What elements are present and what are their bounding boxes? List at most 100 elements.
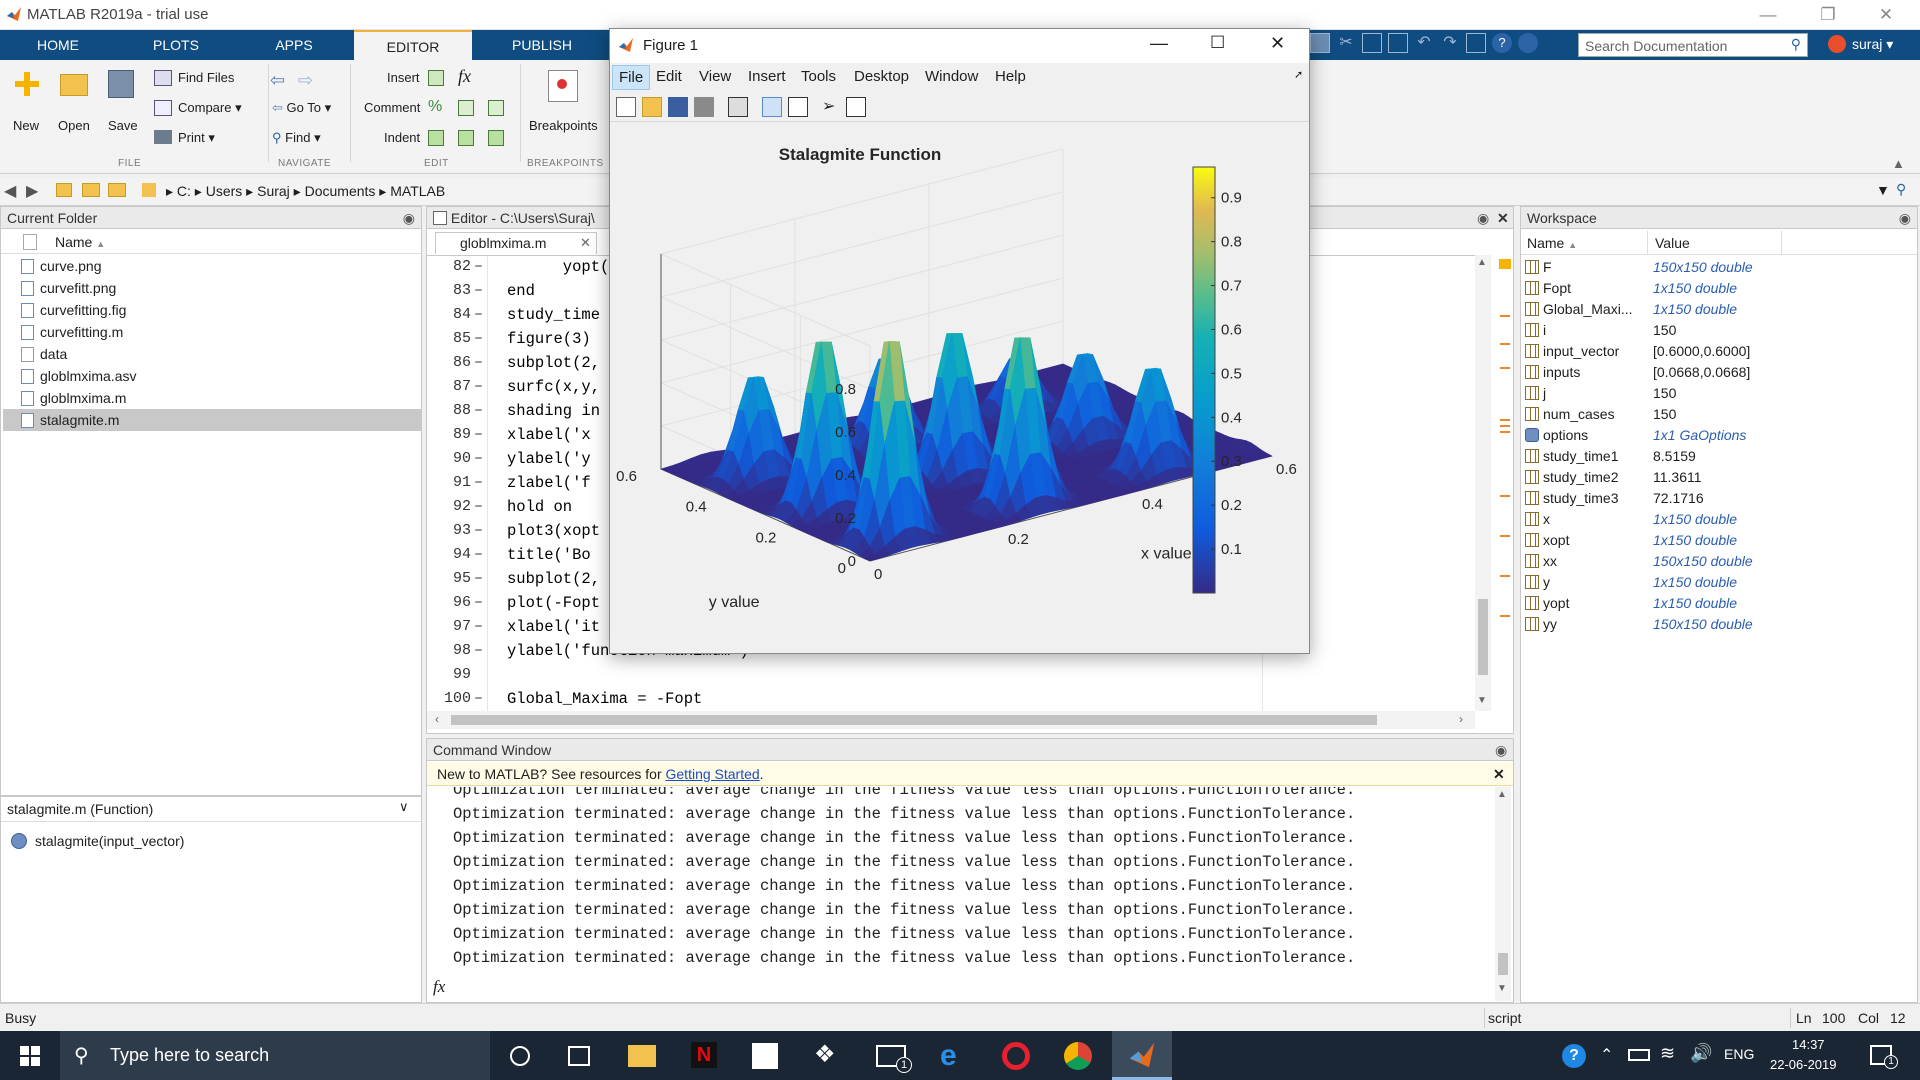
- file-item[interactable]: curve.png: [21, 255, 101, 277]
- breadcrumb-documents[interactable]: Documents: [305, 183, 376, 199]
- insert-button[interactable]: Insert: [387, 70, 420, 85]
- workspace-variable[interactable]: y 1x150 double: [1521, 572, 1920, 593]
- breakpoints-icon[interactable]: [548, 70, 578, 102]
- workspace-variable[interactable]: num_cases 150: [1521, 404, 1920, 425]
- wrap-comments-icon[interactable]: [458, 100, 474, 116]
- go-to-button[interactable]: ⇦ Go To ▾: [272, 100, 331, 116]
- help-icon[interactable]: ?: [1492, 33, 1512, 53]
- windows-start-icon[interactable]: [20, 1046, 40, 1066]
- scroll-up-icon[interactable]: ▲: [1477, 257, 1487, 268]
- smart-indent-icon[interactable]: [428, 130, 444, 146]
- file-item[interactable]: globlmxima.m: [21, 387, 126, 409]
- editor-menu-icon[interactable]: ◉: [1477, 207, 1489, 229]
- back-arrow-icon[interactable]: ⇦: [270, 70, 285, 91]
- save-figure-icon[interactable]: [668, 97, 688, 117]
- editor-close-icon[interactable]: ✕: [1497, 207, 1509, 229]
- scroll-left-icon[interactable]: ‹: [435, 712, 439, 726]
- file-explorer-icon[interactable]: [628, 1045, 656, 1067]
- redo-icon[interactable]: ↷: [1440, 33, 1460, 53]
- breadcrumb-matlab[interactable]: MATLAB: [390, 183, 445, 199]
- workspace-variable[interactable]: options 1x1 GaOptions: [1521, 425, 1920, 446]
- command-menu-icon[interactable]: ◉: [1495, 739, 1507, 761]
- user-menu[interactable]: suraj ▾: [1852, 36, 1893, 53]
- link-plot-icon[interactable]: [728, 97, 748, 117]
- code-line[interactable]: yopt(i: [507, 258, 619, 276]
- breakpoint-gutter[interactable]: –: [473, 546, 483, 563]
- tab-publish[interactable]: PUBLISH: [474, 30, 610, 60]
- breakpoint-gutter[interactable]: –: [473, 378, 483, 395]
- scroll-up-icon[interactable]: ▲: [1497, 789, 1507, 800]
- workspace-variable[interactable]: F 150x150 double: [1521, 257, 1920, 278]
- breakpoint-gutter[interactable]: –: [473, 306, 483, 323]
- figure-maximize-icon[interactable]: ☐: [1210, 33, 1225, 53]
- breakpoint-gutter[interactable]: –: [473, 450, 483, 467]
- command-output[interactable]: Optimization terminated: average change …: [427, 787, 1495, 977]
- compare-button[interactable]: Compare ▾: [178, 100, 242, 116]
- code-line[interactable]: shading in: [507, 402, 600, 420]
- horizontal-scrollbar[interactable]: ‹ ›: [427, 711, 1475, 729]
- volume-icon[interactable]: 🔊: [1690, 1043, 1712, 1064]
- folder-history-icon[interactable]: [108, 183, 126, 197]
- code-line[interactable]: surfc(x,y,: [507, 378, 600, 396]
- function-signature[interactable]: stalagmite(input_vector): [35, 833, 184, 849]
- show-hidden-icons[interactable]: ⌃: [1600, 1045, 1613, 1065]
- breadcrumb-drive[interactable]: C:: [177, 183, 191, 199]
- action-center-icon[interactable]: 1: [1870, 1045, 1898, 1069]
- workspace-name-column[interactable]: Name ▲: [1527, 235, 1577, 251]
- code-line[interactable]: subplot(2,: [507, 570, 600, 588]
- warning-mark[interactable]: [1500, 431, 1510, 433]
- search-documentation-input[interactable]: Search Documentation ⚲: [1578, 33, 1808, 57]
- opera-icon[interactable]: [1002, 1042, 1030, 1070]
- breakpoint-gutter[interactable]: –: [473, 426, 483, 443]
- store-icon[interactable]: [752, 1043, 778, 1069]
- insert-function-icon[interactable]: fx: [458, 66, 471, 87]
- scroll-thumb[interactable]: [1478, 599, 1488, 675]
- code-analyzer-bar[interactable]: [1497, 255, 1513, 711]
- save-icon[interactable]: [1310, 33, 1330, 53]
- minimize-icon[interactable]: —: [1740, 0, 1796, 30]
- save-button[interactable]: Save: [108, 118, 138, 133]
- new-figure-icon[interactable]: [616, 97, 636, 117]
- name-column-header[interactable]: Name ▲: [55, 234, 105, 250]
- code-line[interactable]: plot(-Fopt: [507, 594, 600, 612]
- tab-editor[interactable]: EDITOR: [354, 30, 472, 60]
- workspace-variable[interactable]: Global_Maxi... 1x150 double: [1521, 299, 1920, 320]
- comment-button[interactable]: Comment: [364, 100, 420, 115]
- warning-mark[interactable]: [1500, 535, 1510, 537]
- warning-mark[interactable]: [1500, 315, 1510, 317]
- insert-legend-icon[interactable]: [788, 97, 808, 117]
- workspace-variable[interactable]: j 150: [1521, 383, 1920, 404]
- code-line[interactable]: zlabel('f: [507, 474, 591, 492]
- workspace-menu-icon[interactable]: ◉: [1899, 207, 1911, 229]
- scroll-down-icon[interactable]: ▼: [1477, 695, 1487, 706]
- breakpoint-gutter[interactable]: –: [473, 282, 483, 299]
- cortana-icon[interactable]: [510, 1046, 530, 1066]
- clock-time[interactable]: 14:37: [1792, 1037, 1825, 1052]
- copy-icon[interactable]: [1362, 33, 1382, 53]
- open-button[interactable]: Open: [58, 118, 90, 133]
- getting-started-link[interactable]: Getting Started: [666, 766, 760, 782]
- file-item[interactable]: stalagmite.m: [3, 409, 421, 431]
- indent-button[interactable]: Indent: [384, 130, 420, 145]
- workspace-value-column[interactable]: Value: [1655, 235, 1690, 251]
- open-icon[interactable]: [60, 74, 88, 96]
- warning-mark[interactable]: [1500, 575, 1510, 577]
- vertical-scrollbar[interactable]: ▲ ▼: [1475, 255, 1491, 711]
- property-inspector-icon[interactable]: [846, 97, 866, 117]
- mail-icon[interactable]: 1: [876, 1045, 912, 1073]
- breakpoint-gutter[interactable]: –: [473, 642, 483, 659]
- menu-help[interactable]: Help: [995, 68, 1026, 85]
- search-icon[interactable]: ⚲: [1791, 36, 1801, 53]
- breakpoint-gutter[interactable]: –: [473, 330, 483, 347]
- breadcrumb-users[interactable]: Users: [206, 183, 243, 199]
- undock-icon[interactable]: ➚: [1294, 68, 1303, 81]
- workspace-variable[interactable]: Fopt 1x150 double: [1521, 278, 1920, 299]
- file-item[interactable]: globlmxima.asv: [21, 365, 136, 387]
- tab-apps[interactable]: APPS: [236, 30, 352, 60]
- scroll-thumb[interactable]: [1498, 953, 1508, 975]
- forward-icon[interactable]: ▶: [26, 181, 38, 201]
- breakpoints-button[interactable]: Breakpoints: [529, 118, 598, 133]
- code-line[interactable]: plot3(xopt: [507, 522, 600, 540]
- dropbox-icon[interactable]: ❖: [814, 1043, 842, 1067]
- stalagmite-chart[interactable]: Stalagmite Function 0 0.2 0.4 0.6 0.8 0 0.2 0.4 0…: [610, 123, 1309, 653]
